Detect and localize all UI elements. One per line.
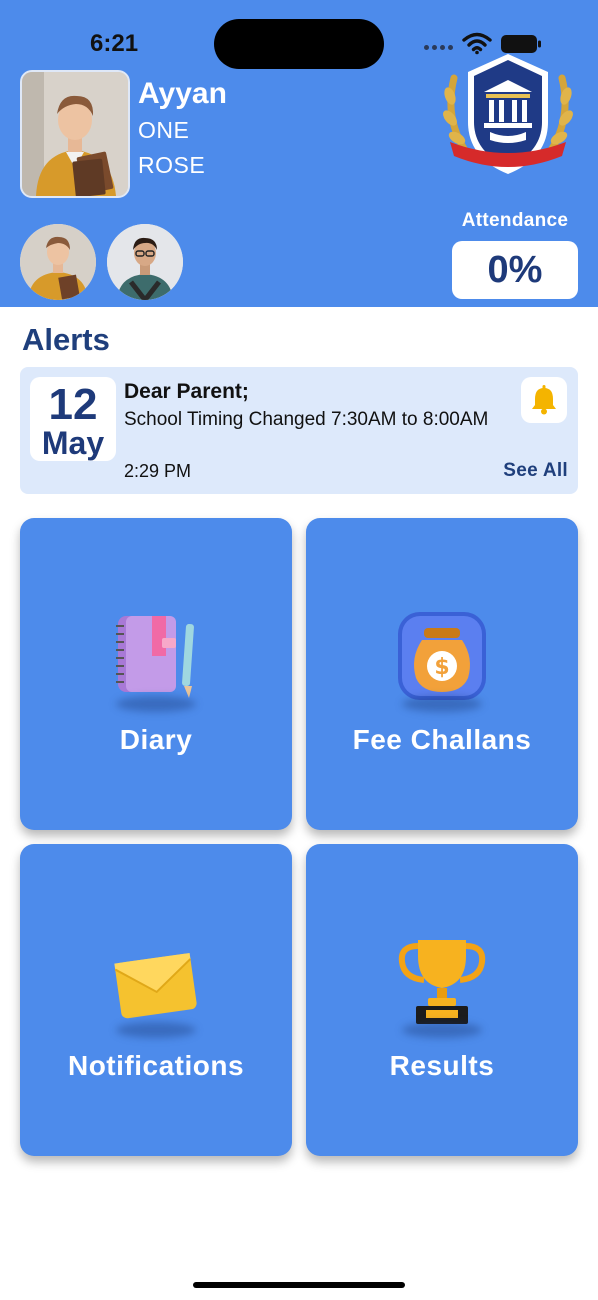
- notifications-tile[interactable]: Notifications: [20, 844, 292, 1156]
- attendance-value: 0%: [452, 241, 578, 299]
- alert-time: 2:29 PM: [124, 461, 192, 481]
- alert-date-day: 12: [48, 380, 98, 429]
- alerts-title: Alerts: [22, 322, 110, 357]
- school-crest-logo: [443, 54, 573, 174]
- student-name: Ayyan: [138, 77, 227, 110]
- money-bag-icon: $: [398, 612, 486, 700]
- child-avatar[interactable]: [20, 224, 96, 300]
- fee-challans-label: Fee Challans: [352, 724, 532, 755]
- results-tile[interactable]: Results: [306, 844, 578, 1156]
- alert-date: 12 May: [30, 377, 116, 461]
- see-all-link[interactable]: See All: [498, 460, 568, 482]
- student-class: ONE: [138, 117, 190, 143]
- fee-challans-tile[interactable]: $ Fee Challans: [306, 518, 578, 830]
- attendance-label: Attendance: [461, 210, 569, 231]
- profile-header: 6:21 Ayyan ONE ROSE Attendance 0%: [0, 0, 598, 307]
- alert-heading: Dear Parent;: [124, 380, 249, 403]
- alert-message: School Timing Changed 7:30AM to 8:00AM: [124, 409, 489, 430]
- diary-tile[interactable]: Diary: [20, 518, 292, 830]
- trophy-icon: [398, 940, 486, 1024]
- svg-text:$: $: [434, 655, 449, 680]
- home-indicator[interactable]: [193, 1282, 405, 1288]
- envelope-icon: [114, 952, 197, 1019]
- notifications-label: Notifications: [67, 1050, 245, 1081]
- status-time: 6:21: [90, 30, 139, 57]
- dynamic-island: [214, 19, 384, 69]
- alert-date-month: May: [41, 425, 105, 461]
- diary-label: Diary: [119, 724, 193, 755]
- results-label: Results: [389, 1050, 495, 1081]
- bell-icon: [532, 385, 556, 415]
- alert-card[interactable]: 12 May Dear Parent; School Timing Change…: [20, 367, 578, 494]
- student-profile-photo[interactable]: [20, 70, 130, 198]
- child-avatar[interactable]: [107, 224, 183, 300]
- diary-icon: [116, 616, 194, 698]
- alerts-bell-button[interactable]: [521, 377, 567, 423]
- student-section: ROSE: [138, 152, 206, 178]
